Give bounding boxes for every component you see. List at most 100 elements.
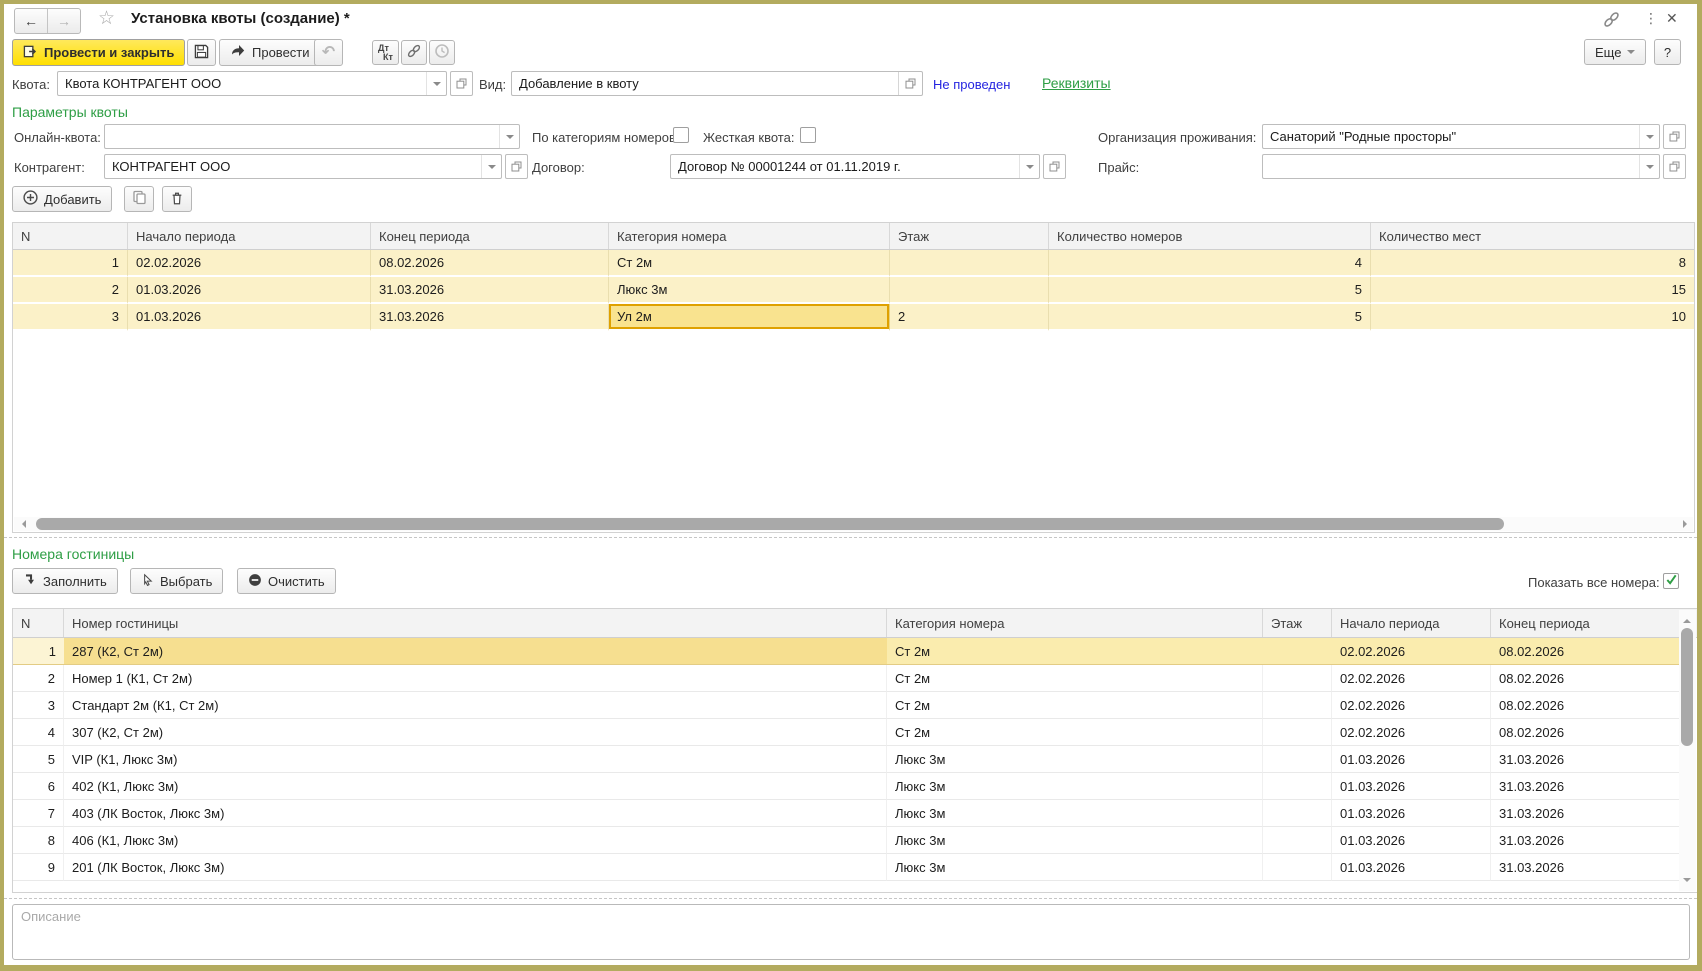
table-row[interactable]: 8 406 (К1, Люкс 3м) Люкс 3м 01.03.2026 3… <box>13 827 1697 854</box>
delete-row-button[interactable] <box>162 186 192 212</box>
cell-category[interactable]: Люкс 3м <box>887 800 1263 827</box>
post-button[interactable]: Провести <box>219 39 321 66</box>
cell-floor[interactable] <box>1263 665 1332 692</box>
price-dropdown-icon[interactable] <box>1639 155 1659 178</box>
cell-begin[interactable]: 02.02.2026 <box>1332 719 1491 746</box>
link-button[interactable] <box>401 40 427 65</box>
org-field[interactable]: Санаторий "Родные просторы" <box>1262 124 1660 149</box>
quota-field[interactable]: Квота КОНТРАГЕНТ ООО <box>57 71 447 96</box>
scroll-right-icon[interactable] <box>1683 520 1691 528</box>
cell-begin[interactable]: 01.03.2026 <box>1332 746 1491 773</box>
splitter[interactable] <box>4 537 1697 538</box>
column-header-n[interactable]: N <box>13 609 64 637</box>
clear-button[interactable]: Очистить <box>237 568 336 594</box>
get-link-icon[interactable] <box>1602 10 1621 32</box>
table-row[interactable]: 2 Номер 1 (К1, Ст 2м) Ст 2м 02.02.2026 0… <box>13 665 1697 692</box>
cell-n[interactable]: 5 <box>13 746 64 773</box>
price-field[interactable] <box>1262 154 1660 179</box>
cell-seats[interactable]: 8 <box>1371 250 1694 277</box>
cell-n[interactable]: 1 <box>13 638 64 665</box>
column-header-n[interactable]: N <box>13 223 128 249</box>
table-row[interactable]: 6 402 (К1, Люкс 3м) Люкс 3м 01.03.2026 3… <box>13 773 1697 800</box>
org-dropdown-icon[interactable] <box>1639 125 1659 148</box>
org-open-button[interactable] <box>1663 124 1686 149</box>
cell-floor[interactable] <box>1263 800 1332 827</box>
cell-room[interactable]: 201 (ЛК Восток, Люкс 3м) <box>64 854 887 881</box>
cell-n[interactable]: 2 <box>13 665 64 692</box>
cell-rooms[interactable]: 5 <box>1049 304 1371 331</box>
fill-button[interactable]: Заполнить <box>12 568 118 594</box>
cell-category[interactable]: Люкс 3м <box>887 773 1263 800</box>
cell-begin[interactable]: 01.03.2026 <box>128 277 371 304</box>
back-button[interactable]: ← <box>15 9 47 33</box>
cell-room[interactable]: 287 (К2, Ст 2м) <box>64 638 887 665</box>
cell-end[interactable]: 31.03.2026 <box>1491 773 1679 800</box>
cell-rooms[interactable]: 5 <box>1049 277 1371 304</box>
cell-end[interactable]: 31.03.2026 <box>1491 746 1679 773</box>
quota-dropdown-icon[interactable] <box>426 72 446 95</box>
kontragent-open-button[interactable] <box>505 154 528 179</box>
cell-room[interactable]: 403 (ЛК Восток, Люкс 3м) <box>64 800 887 827</box>
cell-room[interactable]: 402 (К1, Люкс 3м) <box>64 773 887 800</box>
cell-n[interactable]: 8 <box>13 827 64 854</box>
cell-rooms[interactable]: 4 <box>1049 250 1371 277</box>
more-actions-button[interactable]: Еще <box>1584 39 1646 65</box>
dogovor-dropdown-icon[interactable] <box>1019 155 1039 178</box>
forward-button[interactable]: → <box>47 9 80 33</box>
dogovor-field[interactable]: Договор № 00001244 от 01.11.2019 г. <box>670 154 1040 179</box>
table-row-selected[interactable]: 1 287 (К2, Ст 2м) Ст 2м 02.02.2026 08.02… <box>13 638 1697 665</box>
cell-n[interactable]: 6 <box>13 773 64 800</box>
cell-room[interactable]: Номер 1 (К1, Ст 2м) <box>64 665 887 692</box>
cell-floor[interactable] <box>1263 692 1332 719</box>
more-icon[interactable]: ⋮ <box>1644 11 1658 25</box>
history-button[interactable] <box>429 40 455 65</box>
cell-n[interactable]: 3 <box>13 692 64 719</box>
column-header-end[interactable]: Конец периода <box>1491 609 1679 637</box>
post-and-close-button[interactable]: Провести и закрыть <box>12 39 185 66</box>
cell-floor[interactable] <box>890 277 1049 304</box>
copy-row-button[interactable] <box>124 186 154 212</box>
cell-end[interactable]: 08.02.2026 <box>1491 719 1679 746</box>
scroll-up-icon[interactable] <box>1683 615 1691 623</box>
by-categories-checkbox[interactable] <box>673 127 689 143</box>
cell-end[interactable]: 31.03.2026 <box>1491 800 1679 827</box>
cell-end[interactable]: 31.03.2026 <box>371 277 609 304</box>
favorite-star-icon[interactable]: ☆ <box>98 9 115 28</box>
cell-end[interactable]: 08.02.2026 <box>1491 692 1679 719</box>
cell-end[interactable]: 31.03.2026 <box>1491 827 1679 854</box>
cell-seats[interactable]: 15 <box>1371 277 1694 304</box>
cell-floor[interactable] <box>1263 719 1332 746</box>
cell-begin[interactable]: 02.02.2026 <box>128 250 371 277</box>
cell-begin[interactable]: 02.02.2026 <box>1332 665 1491 692</box>
cell-floor[interactable] <box>1263 827 1332 854</box>
table-row[interactable]: 4 307 (К2, Ст 2м) Ст 2м 02.02.2026 08.02… <box>13 719 1697 746</box>
cell-floor[interactable]: 2 <box>890 304 1049 331</box>
show-all-checkbox[interactable] <box>1663 573 1679 589</box>
hard-quota-checkbox[interactable] <box>800 127 816 143</box>
column-header-rooms[interactable]: Количество номеров <box>1049 223 1371 249</box>
column-header-end[interactable]: Конец периода <box>371 223 609 249</box>
column-header-category[interactable]: Категория номера <box>887 609 1263 637</box>
cell-begin[interactable]: 01.03.2026 <box>1332 827 1491 854</box>
scrollbar-thumb[interactable] <box>1681 628 1693 746</box>
scroll-left-icon[interactable] <box>18 520 26 528</box>
dt-kt-button[interactable]: ДтКт <box>372 40 399 65</box>
cell-room[interactable]: VIP (К1, Люкс 3м) <box>64 746 887 773</box>
table-row[interactable]: 1 02.02.2026 08.02.2026 Ст 2м 4 8 <box>13 250 1694 277</box>
help-button[interactable]: ? <box>1654 39 1681 65</box>
cell-room[interactable]: Стандарт 2м (К1, Ст 2м) <box>64 692 887 719</box>
cell-category-selected[interactable]: Ул 2м <box>609 304 890 331</box>
cell-n[interactable]: 7 <box>13 800 64 827</box>
cell-n[interactable]: 9 <box>13 854 64 881</box>
cell-category[interactable]: Люкс 3м <box>887 827 1263 854</box>
cell-category[interactable]: Ст 2м <box>887 638 1263 665</box>
cell-category[interactable]: Ст 2м <box>887 665 1263 692</box>
column-header-category[interactable]: Категория номера <box>609 223 890 249</box>
pick-button[interactable]: Выбрать <box>130 568 223 594</box>
online-quota-dropdown-icon[interactable] <box>499 125 519 148</box>
scroll-down-icon[interactable] <box>1683 878 1691 886</box>
cell-end[interactable]: 08.02.2026 <box>1491 638 1679 665</box>
description-textarea[interactable] <box>12 904 1690 960</box>
save-button[interactable] <box>187 39 216 66</box>
table-row[interactable]: 2 01.03.2026 31.03.2026 Люкс 3м 5 15 <box>13 277 1694 304</box>
